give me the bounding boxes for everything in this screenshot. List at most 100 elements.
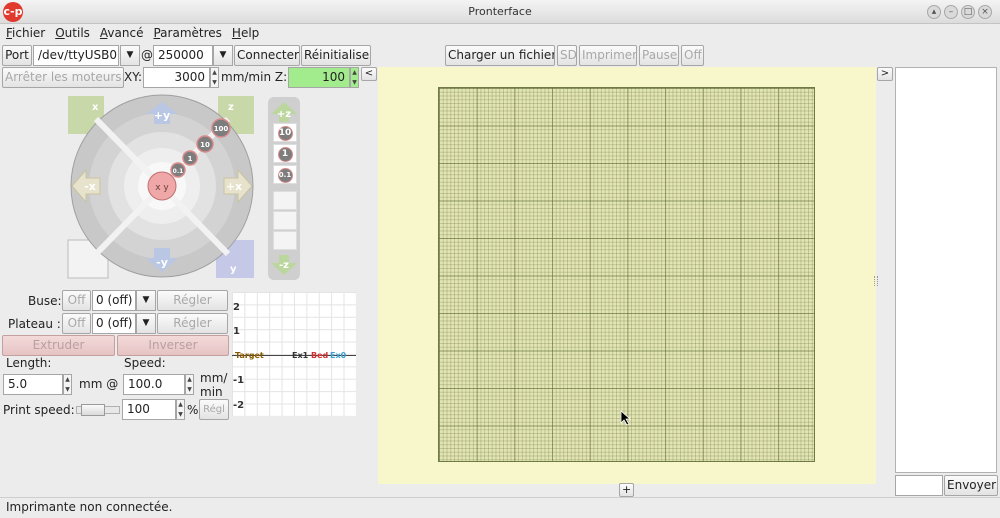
reverse-button[interactable]: Inverser <box>117 335 229 356</box>
mouse-cursor-icon <box>620 410 632 426</box>
sd-button[interactable]: SD <box>557 45 577 66</box>
extrude-button[interactable]: Extruder <box>2 335 115 356</box>
xy-speed-input[interactable]: 3000 <box>143 67 210 88</box>
maximize-icon[interactable]: □ <box>961 5 975 19</box>
xy-jog-control[interactable]: x y +y -y -x +x x z y 100 10 1 0.1 <box>66 94 256 280</box>
baud-dropdown-icon[interactable]: ▼ <box>213 45 233 66</box>
legend-target: Target <box>235 351 264 360</box>
close-icon[interactable]: × <box>978 5 992 19</box>
menu-bar: Fichier Outils Avancé Paramètres Help <box>0 24 1000 44</box>
load-file-button[interactable]: Charger un fichier <box>445 45 555 66</box>
temperature-graph: 2 1 -1 -2 Target Ex1 Bed Ex0 <box>232 292 356 416</box>
percent-label: % <box>187 403 199 417</box>
print-speed-spinner[interactable]: ▲ ▼ <box>176 399 185 420</box>
legend-ex0: Ex0 <box>330 351 347 360</box>
at-label: @ <box>141 48 153 62</box>
svg-text:x y: x y <box>155 183 169 193</box>
bed-temp-select[interactable]: 0 (off) <box>92 313 136 334</box>
send-button[interactable]: Envoyer <box>944 475 998 496</box>
speed-unit-label: mm/min <box>200 371 228 399</box>
add-view-button[interactable]: + <box>619 483 634 497</box>
hotend-off-button[interactable]: Off <box>62 290 91 311</box>
bed-off-button[interactable]: Off <box>62 313 91 334</box>
legend-bed: Bed <box>311 351 329 360</box>
off-button[interactable]: Off <box>681 45 704 66</box>
print-speed-label: Print speed: <box>3 403 75 417</box>
print-speed-slider-handle[interactable] <box>81 404 105 416</box>
z-minus-step-1[interactable] <box>273 191 297 210</box>
port-select[interactable]: /dev/ttyUSB0 <box>33 45 119 66</box>
hotend-label: Buse: <box>28 294 62 308</box>
bed-set-button[interactable]: Régler <box>157 313 228 334</box>
window-title: Pronterface <box>468 5 532 18</box>
expand-right-button[interactable]: > <box>877 67 893 81</box>
svg-text:+y: +y <box>154 109 170 122</box>
step-0.1-badge[interactable]: 0.1 <box>170 162 186 178</box>
speed-spinner[interactable]: ▲ ▼ <box>185 374 194 395</box>
z-speed-spinner[interactable]: ▲ ▼ <box>350 67 359 88</box>
port-button[interactable]: Port <box>2 45 32 66</box>
minimize-icon[interactable]: – <box>944 5 958 19</box>
legend-ex1: Ex1 <box>292 351 309 360</box>
z-minus-step-3[interactable] <box>273 231 297 250</box>
z-plus-arrow-icon[interactable]: +z <box>271 100 297 122</box>
pause-button[interactable]: Pause <box>639 45 679 66</box>
z-step-0.1-button[interactable]: 0.1 <box>273 165 297 184</box>
step-100-badge[interactable]: 100 <box>211 118 231 138</box>
xy-label: XY: <box>124 70 142 84</box>
print-speed-input[interactable]: 100 <box>122 399 176 420</box>
svg-text:10: 10 <box>200 141 210 149</box>
svg-text:-y: -y <box>156 256 168 269</box>
length-label: Length: <box>6 356 52 370</box>
command-input[interactable] <box>895 475 943 496</box>
splitter-handle[interactable] <box>874 276 878 286</box>
length-input[interactable]: 5.0 <box>3 374 63 395</box>
print-button[interactable]: Imprimer <box>579 45 637 66</box>
menu-avance[interactable]: Avancé <box>94 24 148 40</box>
port-dropdown-icon[interactable]: ▼ <box>120 45 140 66</box>
baud-select[interactable]: 250000 <box>153 45 213 66</box>
graph-ytick: -2 <box>233 400 245 411</box>
hotend-set-button[interactable]: Régler <box>157 290 228 311</box>
svg-text:-x: -x <box>84 180 96 193</box>
console-log[interactable] <box>895 67 997 473</box>
collapse-left-button[interactable]: < <box>361 67 377 81</box>
z-minus-step-2[interactable] <box>273 211 297 230</box>
window-menu-icon[interactable]: ▴ <box>927 5 941 19</box>
bed-dropdown-icon[interactable]: ▼ <box>136 313 156 334</box>
print-bed-grid[interactable] <box>438 87 815 462</box>
hotend-temp-select[interactable]: 0 (off) <box>92 290 136 311</box>
svg-text:0.1: 0.1 <box>173 168 184 175</box>
length-unit-label: mm @ <box>79 377 119 391</box>
print-speed-set-button[interactable]: Régl <box>199 399 229 420</box>
svg-text:+z: +z <box>277 109 291 120</box>
svg-text:y: y <box>230 264 237 275</box>
menu-parametres[interactable]: Paramètres <box>147 24 225 40</box>
reset-button[interactable]: Réinitialiser <box>301 45 371 66</box>
menu-fichier[interactable]: Fichier <box>0 24 49 40</box>
z-step-10-button[interactable]: 10 <box>273 123 297 142</box>
length-spinner[interactable]: ▲ ▼ <box>63 374 72 395</box>
title-bar: c-p Pronterface ▴ – □ × <box>0 0 1000 24</box>
menu-outils[interactable]: Outils <box>49 24 94 40</box>
svg-text:x: x <box>92 102 99 113</box>
z-speed-input[interactable]: 100 <box>288 67 350 88</box>
svg-text:+x: +x <box>226 180 242 193</box>
step-10-badge[interactable]: 10 <box>196 135 214 153</box>
hotend-dropdown-icon[interactable]: ▼ <box>136 290 156 311</box>
connect-button[interactable]: Connecter <box>234 45 300 66</box>
stop-motors-button[interactable]: Arrêter les moteurs <box>2 67 124 88</box>
speed-input[interactable]: 100.0 <box>123 374 185 395</box>
svg-text:-z: -z <box>279 260 289 271</box>
speed-label: Speed: <box>124 356 166 370</box>
units-label: mm/min Z: <box>221 70 288 84</box>
bed-label: Plateau : <box>8 317 61 331</box>
graph-ytick: 2 <box>233 302 240 313</box>
z-step-1-button[interactable]: 1 <box>273 144 297 163</box>
svg-text:100: 100 <box>214 125 229 133</box>
step-1-badge[interactable]: 1 <box>182 150 198 166</box>
print-speed-slider[interactable] <box>76 404 120 416</box>
xy-speed-spinner[interactable]: ▲ ▼ <box>210 67 219 88</box>
menu-help[interactable]: Help <box>226 24 263 40</box>
z-minus-arrow-icon[interactable]: -z <box>271 253 297 277</box>
